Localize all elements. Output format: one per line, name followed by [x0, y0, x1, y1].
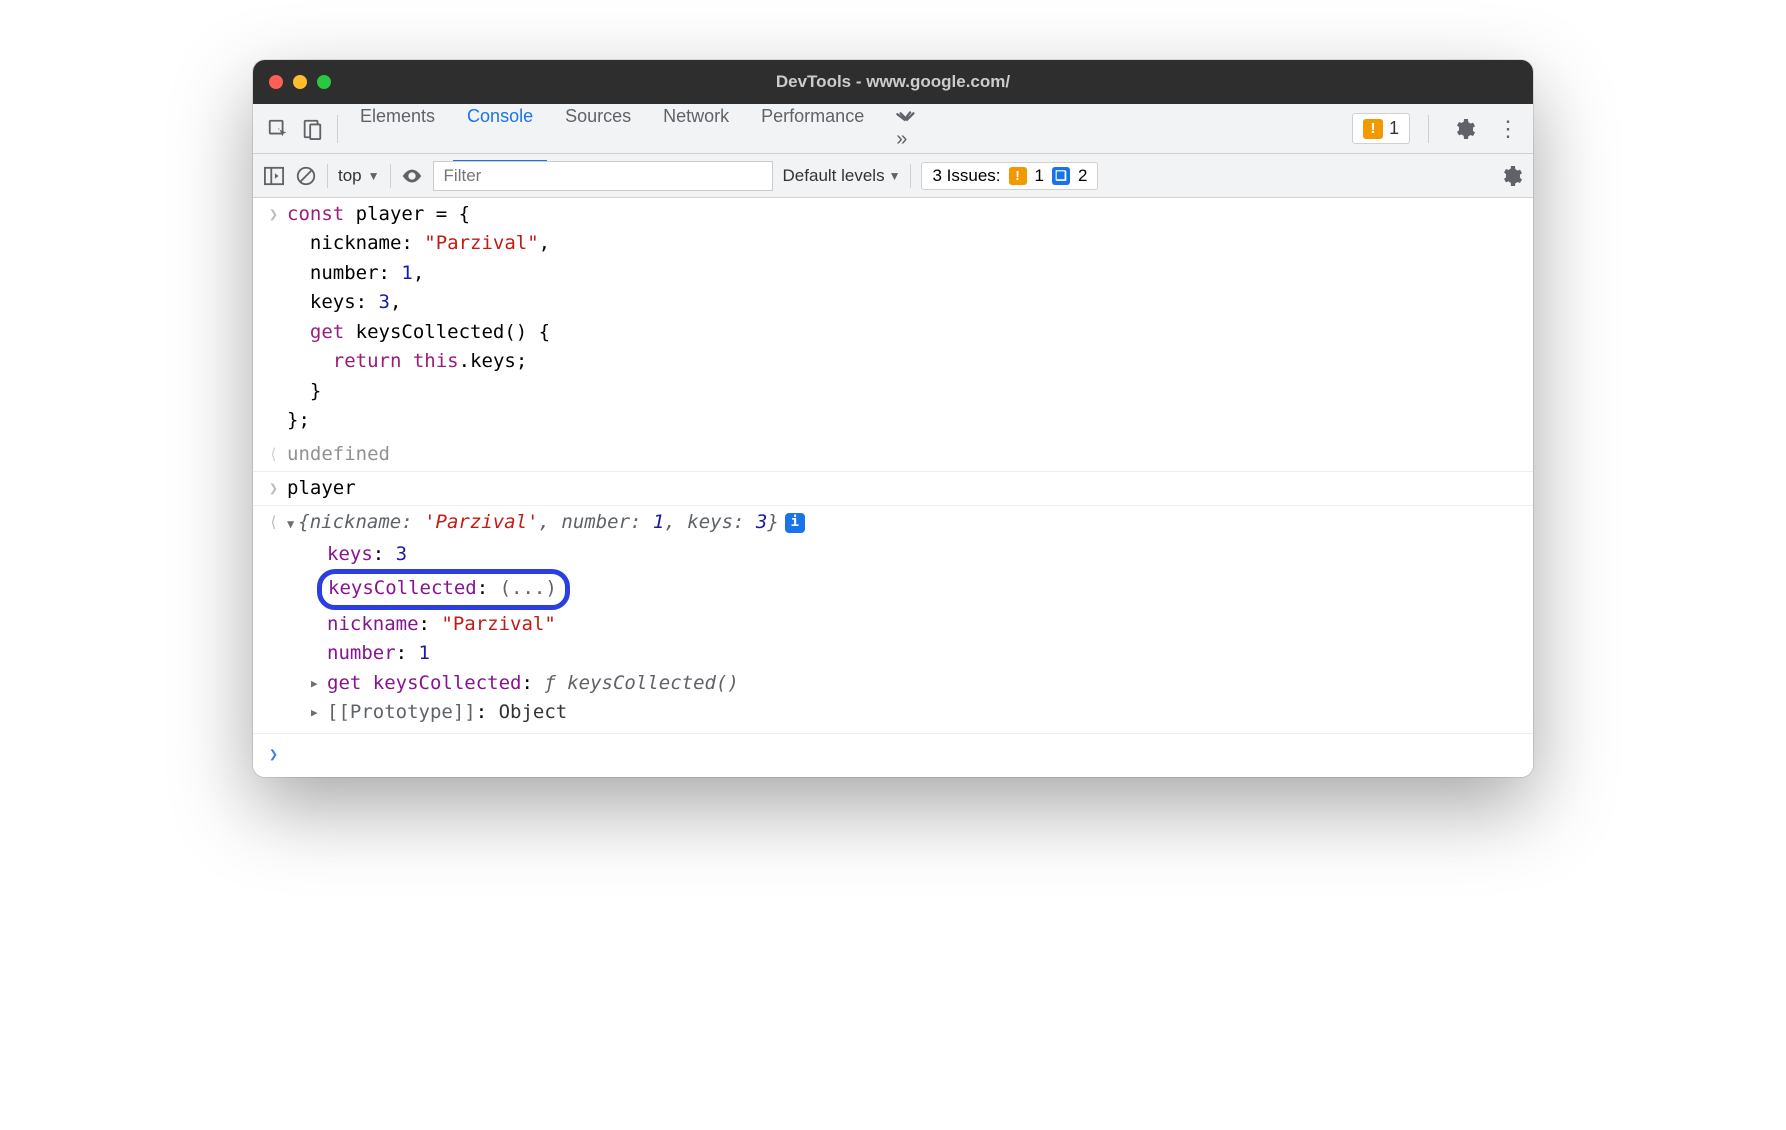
tab-performance[interactable]: Performance	[747, 94, 878, 163]
traffic-lights	[269, 75, 331, 89]
property-row[interactable]: number: 1	[253, 639, 1533, 668]
console-prompt-row[interactable]: ❯	[253, 733, 1533, 776]
clear-console-icon[interactable]	[295, 165, 317, 187]
filter-input[interactable]	[433, 161, 773, 191]
console-result-row: ⟨ {nickname: 'Parzival', number: 1, keys…	[253, 506, 1533, 539]
devtools-window: DevTools - www.google.com/ Elements Cons…	[253, 60, 1533, 777]
inspect-element-icon[interactable]	[261, 112, 295, 146]
panel-tabs: Elements Console Sources Network Perform…	[346, 94, 932, 163]
input-expression: player	[287, 474, 1521, 503]
object-tree: keys: 3 keysCollected: (...) nickname: "…	[253, 540, 1533, 734]
issues-label: 3 Issues:	[932, 166, 1000, 186]
close-window-button[interactable]	[269, 75, 283, 89]
more-tabs-button[interactable]: »	[882, 94, 932, 163]
warning-icon: !	[1009, 167, 1027, 185]
input-chevron-icon: ❯	[269, 200, 287, 436]
live-expression-icon[interactable]	[401, 165, 423, 187]
info-icon: ❏	[1052, 167, 1070, 185]
tab-network[interactable]: Network	[649, 94, 743, 163]
issues-info-count: 2	[1078, 166, 1087, 186]
console-result-row: ⟨ undefined	[253, 438, 1533, 472]
undefined-result: undefined	[287, 440, 1521, 469]
output-chevron-icon: ⟨	[269, 508, 287, 537]
input-chevron-icon: ❯	[269, 474, 287, 503]
more-options-button[interactable]: ⋮	[1491, 116, 1525, 142]
tab-elements[interactable]: Elements	[346, 94, 449, 163]
console-input-row: ❯ player	[253, 472, 1533, 506]
console-input-row: ❯ const player = { nickname: "Parzival",…	[253, 198, 1533, 438]
console-prompt-input[interactable]	[287, 740, 1521, 766]
tab-console[interactable]: Console	[453, 94, 547, 163]
property-row[interactable]: [[Prototype]]: Object	[253, 698, 1533, 733]
context-label: top	[338, 166, 362, 186]
panel-tabbar: Elements Console Sources Network Perform…	[253, 104, 1533, 154]
property-row[interactable]: nickname: "Parzival"	[253, 610, 1533, 639]
warning-icon: !	[1363, 119, 1383, 139]
issues-warn-count: 1	[1035, 166, 1044, 186]
settings-button[interactable]	[1447, 112, 1481, 146]
window-title: DevTools - www.google.com/	[253, 72, 1533, 92]
warnings-indicator[interactable]: ! 1	[1352, 113, 1410, 144]
maximize-window-button[interactable]	[317, 75, 331, 89]
tab-sources[interactable]: Sources	[551, 94, 645, 163]
context-selector[interactable]: top ▼	[338, 166, 380, 186]
toggle-sidebar-icon[interactable]	[263, 166, 285, 186]
object-summary[interactable]: {nickname: 'Parzival', number: 1, keys: …	[287, 508, 1521, 537]
code-block: const player = { nickname: "Parzival", n…	[287, 200, 1521, 436]
info-icon[interactable]: i	[785, 513, 805, 533]
console-settings-button[interactable]	[1499, 164, 1523, 188]
minimize-window-button[interactable]	[293, 75, 307, 89]
log-levels-selector[interactable]: Default levels ▼	[783, 166, 901, 186]
device-toolbar-icon[interactable]	[295, 112, 329, 146]
prompt-chevron-icon: ❯	[269, 740, 287, 766]
property-row[interactable]: get keysCollected: ƒ keysCollected()	[253, 669, 1533, 698]
titlebar: DevTools - www.google.com/	[253, 60, 1533, 104]
property-row-keyscollected[interactable]: keysCollected: (...)	[253, 569, 1533, 609]
property-row[interactable]: keys: 3	[253, 540, 1533, 569]
warning-count: 1	[1389, 118, 1399, 139]
console-output[interactable]: ❯ const player = { nickname: "Parzival",…	[253, 198, 1533, 777]
issues-indicator[interactable]: 3 Issues: ! 1 ❏ 2	[921, 162, 1098, 190]
output-chevron-icon: ⟨	[269, 440, 287, 469]
